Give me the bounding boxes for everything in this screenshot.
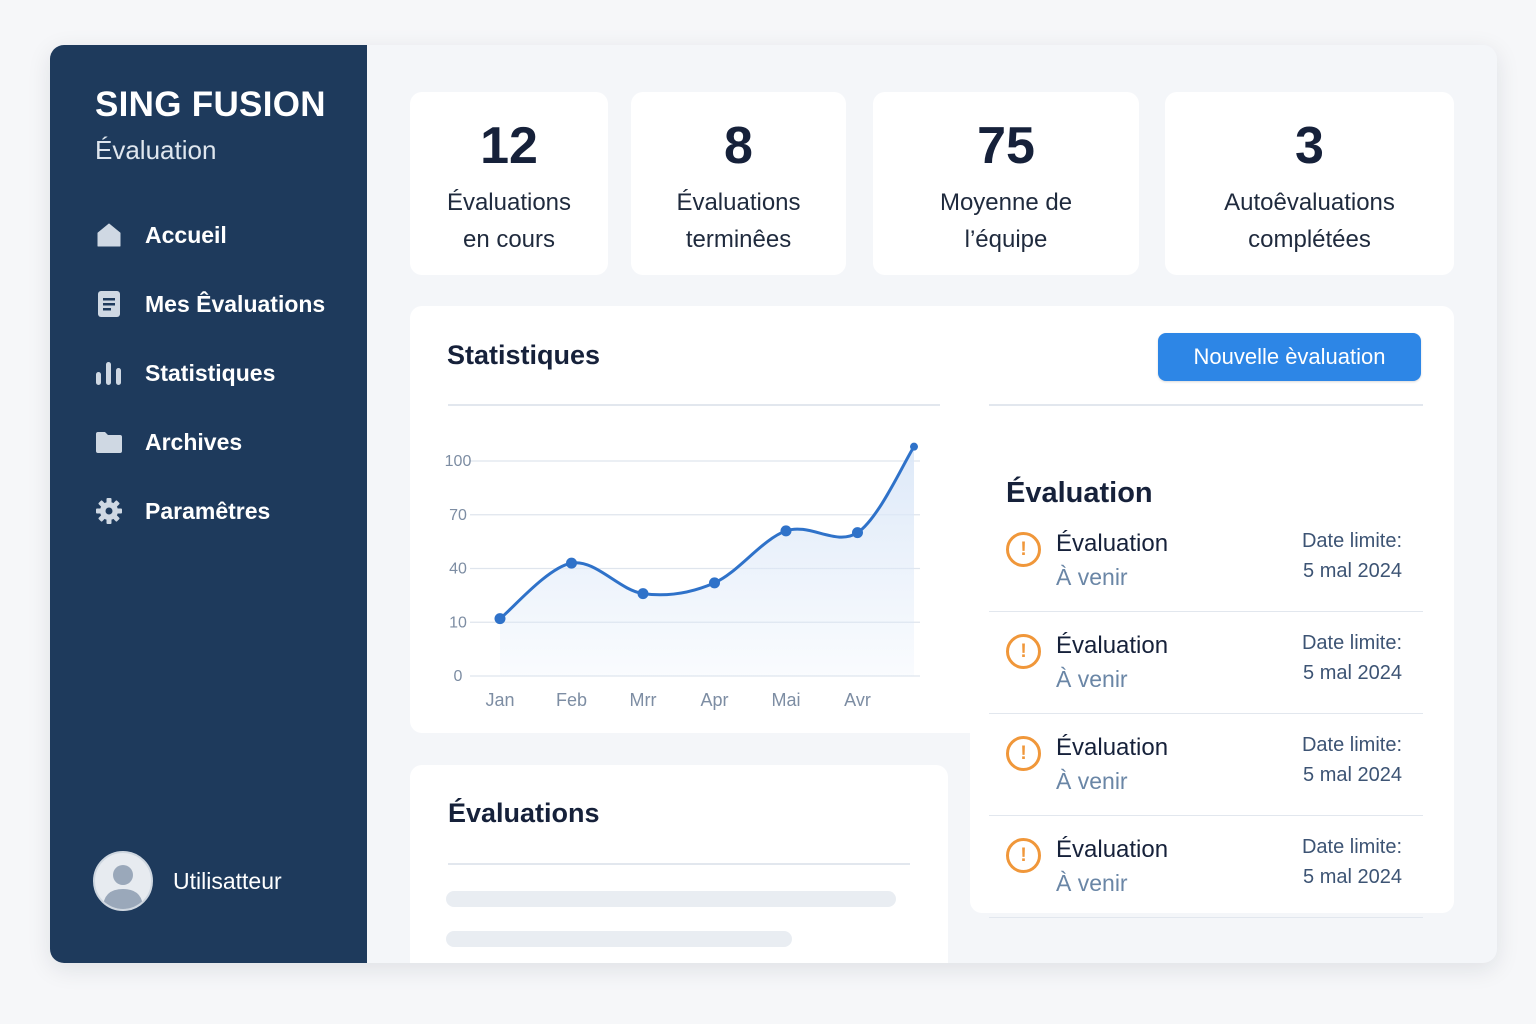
home-icon xyxy=(95,221,123,249)
statistics-title: Statistiques xyxy=(447,340,601,370)
list-item-title: Évaluation xyxy=(1056,734,1169,761)
list-item[interactable]: ! Évaluation À venir Date limite: 5 mal … xyxy=(989,714,1423,816)
stat-value: 8 xyxy=(724,117,753,175)
evaluations-panel: Évaluations xyxy=(410,765,948,963)
sidebar-item-archives[interactable]: Archives xyxy=(95,422,325,462)
stat-label: Autoêvaluations complétées xyxy=(1224,189,1395,253)
bar-chart-icon xyxy=(95,359,123,387)
list-item-title: Évaluation xyxy=(1056,632,1169,659)
new-evaluation-button[interactable]: Nouvelle èvaluation xyxy=(1158,333,1421,381)
y-tick-label: 40 xyxy=(449,561,467,578)
list-divider xyxy=(989,404,1423,406)
document-icon xyxy=(95,290,123,318)
x-tick-label: Feb xyxy=(556,690,587,710)
alert-icon: ! xyxy=(1006,736,1041,771)
list-item-status: À venir xyxy=(1056,564,1128,590)
list-item[interactable]: ! Évaluation À venir Date limite: 5 mal … xyxy=(989,612,1423,714)
data-point xyxy=(637,588,649,600)
sidebar-item-label: Paramêtres xyxy=(145,497,271,524)
sidebar-item-label: Statistiques xyxy=(145,359,276,386)
sidebar-item-label: Archives xyxy=(145,428,243,455)
sidebar-item-label: Mes Êvaluations xyxy=(145,290,326,317)
stat-card-en-cours: 12 Évaluations en cours xyxy=(410,92,608,275)
stat-card-moyenne: 75 Moyenne de l’équipe xyxy=(873,92,1139,275)
stat-label: Moyenne de l’équipe xyxy=(939,189,1073,253)
evaluation-list-title: Évaluation xyxy=(1006,477,1153,509)
list-item-status: À venir xyxy=(1056,870,1128,896)
user-profile[interactable]: Utilisatteur xyxy=(93,851,282,911)
data-point xyxy=(494,613,506,625)
list-item-date: 5 mal 2024 xyxy=(1303,764,1402,786)
stat-label: Évaluations terminêes xyxy=(676,189,801,253)
loading-placeholder xyxy=(446,891,896,907)
app-window: SING FUSION Évaluation Accueil Mes Êvalu… xyxy=(50,45,1497,963)
alert-icon: ! xyxy=(1006,838,1041,873)
evaluation-list-panel: Évaluation ! Évaluation À venir Date lim… xyxy=(970,425,1454,918)
avatar xyxy=(93,851,153,911)
stat-value: 75 xyxy=(977,117,1035,175)
sidebar-item-accueil[interactable]: Accueil xyxy=(95,215,325,255)
user-name: Utilisatteur xyxy=(173,867,282,894)
x-tick-label: Mai xyxy=(771,690,800,710)
stat-value: 3 xyxy=(1295,117,1324,175)
sidebar-item-statistiques[interactable]: Statistiques xyxy=(95,353,325,393)
sidebar-item-parametres[interactable]: Paramêtres xyxy=(95,491,325,531)
list-item[interactable]: ! Évaluation À venir Date limite: 5 mal … xyxy=(989,510,1423,612)
sidebar-nav: Accueil Mes Êvaluations Statistiques Arc… xyxy=(95,215,325,560)
stat-card-terminees: 8 Évaluations terminêes xyxy=(631,92,846,275)
stat-label: Évaluations en cours xyxy=(446,189,572,253)
list-item-status: À venir xyxy=(1056,768,1128,794)
chart-svg: 0 10 40 70 100 Jan Feb Mrr Apr Mai Avr xyxy=(445,442,920,710)
brand: SING FUSION Évaluation xyxy=(95,85,326,166)
area-fill xyxy=(500,446,914,676)
y-tick-label: 0 xyxy=(454,668,463,685)
data-point xyxy=(780,525,792,537)
data-point xyxy=(910,442,918,451)
sidebar-item-label: Accueil xyxy=(145,221,227,248)
y-tick-label: 10 xyxy=(449,614,467,631)
gear-icon xyxy=(95,497,123,525)
sidebar: SING FUSION Évaluation Accueil Mes Êvalu… xyxy=(50,45,367,963)
y-tick-label: 100 xyxy=(445,453,472,470)
data-point xyxy=(852,527,863,539)
brand-subtitle: Évaluation xyxy=(95,135,217,165)
alert-icon: ! xyxy=(1006,634,1041,669)
alert-icon: ! xyxy=(1006,532,1041,567)
evaluations-title: Évaluations xyxy=(448,798,600,828)
data-point xyxy=(709,577,720,589)
list-item-date-label: Date limite: xyxy=(1301,836,1402,858)
list-item-date: 5 mal 2024 xyxy=(1303,866,1402,888)
stat-value: 12 xyxy=(480,117,538,175)
user-icon xyxy=(103,865,143,909)
stat-card-autoevaluations: 3 Autoêvaluations complétées xyxy=(1165,92,1454,275)
x-tick-label: Avr xyxy=(844,690,871,710)
list-item-date-label: Date limite: xyxy=(1301,632,1402,654)
list-item-title: Évaluation xyxy=(1056,530,1169,557)
brand-name: SING FUSION xyxy=(95,85,326,124)
list-item-date-label: Date limite: xyxy=(1301,734,1402,756)
x-tick-label: Apr xyxy=(700,690,728,710)
y-tick-label: 70 xyxy=(449,507,467,524)
list-item[interactable]: ! Évaluation À venir Date limite: 5 mal … xyxy=(989,816,1423,918)
list-item-date-label: Date limite: xyxy=(1301,530,1402,552)
data-point xyxy=(566,557,577,569)
list-item-status: À venir xyxy=(1056,666,1128,692)
folder-icon xyxy=(95,428,123,456)
list-item-date: 5 mal 2024 xyxy=(1303,662,1402,684)
list-item-date: 5 mal 2024 xyxy=(1303,560,1402,582)
loading-placeholder xyxy=(446,931,792,947)
statistics-chart: 0 10 40 70 100 Jan Feb Mrr Apr Mai Avr xyxy=(440,401,950,726)
x-tick-label: Mrr xyxy=(630,690,657,710)
list-item-title: Évaluation xyxy=(1056,836,1169,863)
x-tick-label: Jan xyxy=(485,690,514,710)
evaluations-divider xyxy=(448,863,910,865)
sidebar-item-mes-evaluations[interactable]: Mes Êvaluations xyxy=(95,284,325,324)
